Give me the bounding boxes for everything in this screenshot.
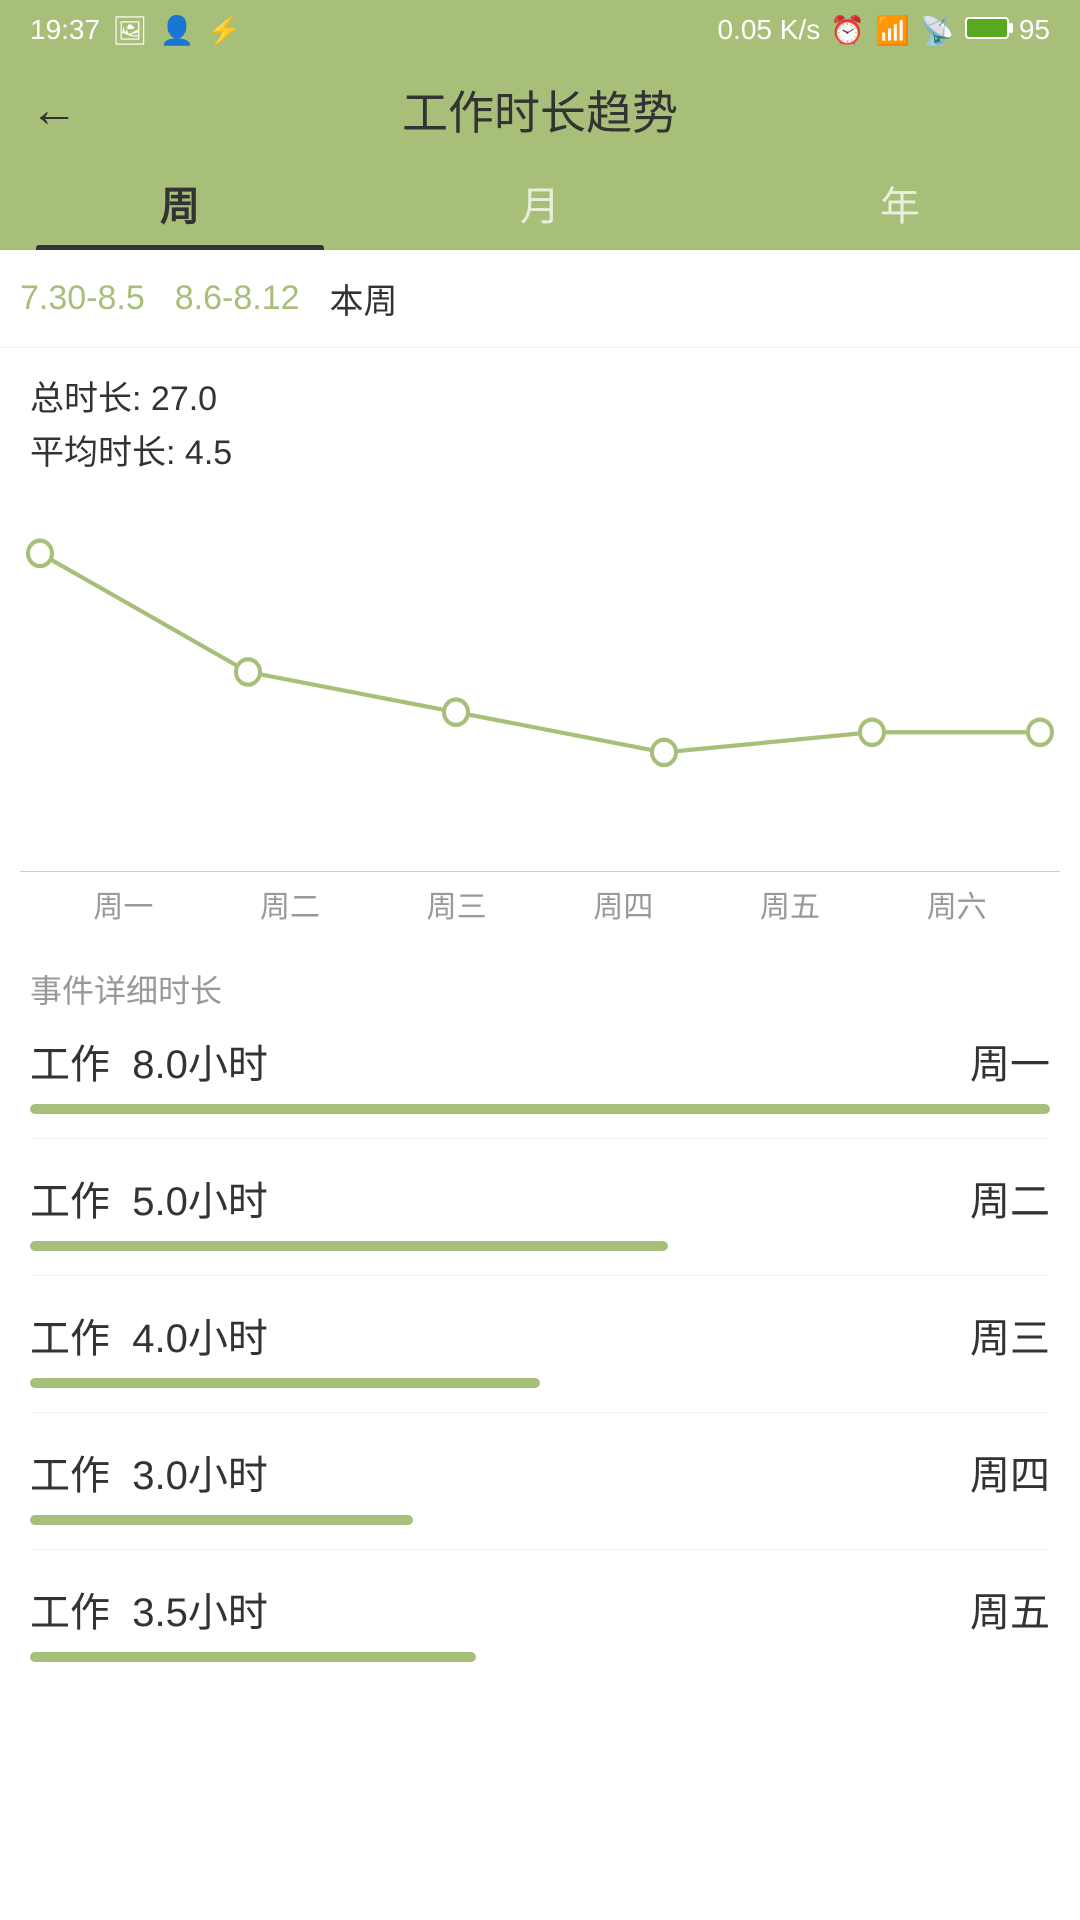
tab-bar: 周 月 年 xyxy=(0,160,1080,250)
progress-bar-4 xyxy=(30,1515,1050,1525)
stats-section: 总时长: 27.0 平均时长: 4.5 xyxy=(0,348,1080,491)
list-item: 工作 8.0小时 周一 xyxy=(30,1032,1050,1139)
usb-icon: ⚡ xyxy=(207,14,242,47)
chart-point-mon xyxy=(28,540,52,565)
progress-bar-5 xyxy=(30,1652,1050,1662)
network-speed: 0.05 K/s xyxy=(717,14,820,46)
detail-day-3: 周三 xyxy=(970,1306,1050,1364)
status-right: 0.05 K/s ⏰ 📶 📡 95 xyxy=(717,14,1050,47)
signal-icon: 📡 xyxy=(920,14,955,47)
list-item: 工作 3.0小时 周四 xyxy=(30,1443,1050,1550)
list-item: 工作 4.0小时 周三 xyxy=(30,1306,1050,1413)
detail-label-2: 工作 5.0小时 xyxy=(30,1169,268,1227)
tab-week[interactable]: 周 xyxy=(0,174,360,250)
detail-row-1: 工作 8.0小时 周一 xyxy=(30,1032,1050,1090)
detail-label-1: 工作 8.0小时 xyxy=(30,1032,268,1090)
x-label-fri: 周五 xyxy=(707,882,874,926)
image-icon: 🖼 xyxy=(112,14,148,47)
chart-container xyxy=(0,491,1080,871)
tab-month[interactable]: 月 xyxy=(360,174,720,250)
detail-row-3: 工作 4.0小时 周三 xyxy=(30,1306,1050,1364)
avg-duration: 平均时长: 4.5 xyxy=(30,426,1050,480)
user-icon: 👤 xyxy=(160,14,195,47)
chart-point-tue xyxy=(236,659,260,684)
tab-year[interactable]: 年 xyxy=(720,174,1080,250)
header: ← 工作时长趋势 xyxy=(0,60,1080,160)
week-item-1[interactable]: 7.30-8.5 xyxy=(20,279,145,318)
divider-1 xyxy=(30,1138,1050,1139)
week-item-current[interactable]: 本周 xyxy=(330,274,398,323)
page-title: 工作时长趋势 xyxy=(402,77,678,143)
detail-label-5: 工作 3.5小时 xyxy=(30,1580,268,1638)
divider-3 xyxy=(30,1412,1050,1413)
divider-4 xyxy=(30,1549,1050,1550)
detail-day-5: 周五 xyxy=(970,1580,1050,1638)
detail-row-2: 工作 5.0小时 周二 xyxy=(30,1169,1050,1227)
progress-bar-1 xyxy=(30,1104,1050,1114)
detail-row-4: 工作 3.0小时 周四 xyxy=(30,1443,1050,1501)
x-label-tue: 周二 xyxy=(207,882,374,926)
alarm-icon: ⏰ xyxy=(830,14,865,47)
status-bar: 19:37 🖼 👤 ⚡ 0.05 K/s ⏰ 📶 📡 95 xyxy=(0,0,1080,60)
x-label-thu: 周四 xyxy=(540,882,707,926)
back-button[interactable]: ← xyxy=(30,83,78,138)
week-selector: 7.30-8.5 8.6-8.12 本周 xyxy=(0,250,1080,348)
divider-2 xyxy=(30,1275,1050,1276)
battery-icon xyxy=(965,14,1009,46)
list-item: 工作 3.5小时 周五 xyxy=(30,1580,1050,1662)
x-label-mon: 周一 xyxy=(40,882,207,926)
progress-bar-3 xyxy=(30,1378,1050,1388)
total-duration: 总时长: 27.0 xyxy=(30,372,1050,426)
week-item-2[interactable]: 8.6-8.12 xyxy=(175,279,300,318)
progress-bar-2 xyxy=(30,1241,1050,1251)
detail-label-4: 工作 3.0小时 xyxy=(30,1443,268,1501)
x-axis: 周一 周二 周三 周四 周五 周六 xyxy=(20,871,1060,926)
chart-point-thu xyxy=(652,739,676,764)
detail-row-5: 工作 3.5小时 周五 xyxy=(30,1580,1050,1638)
status-left: 19:37 🖼 👤 ⚡ xyxy=(30,14,241,47)
time-display: 19:37 xyxy=(30,14,100,46)
detail-section: 事件详细时长 工作 8.0小时 周一 工作 5.0小时 周二 xyxy=(0,926,1080,1662)
wifi-icon: 📶 xyxy=(875,14,910,47)
detail-day-2: 周二 xyxy=(970,1169,1050,1227)
x-label-sat: 周六 xyxy=(873,882,1040,926)
detail-section-title: 事件详细时长 xyxy=(30,966,1050,1012)
chart-point-sat xyxy=(1028,719,1052,744)
detail-day-4: 周四 xyxy=(970,1443,1050,1501)
detail-label-3: 工作 4.0小时 xyxy=(30,1306,268,1364)
trend-chart xyxy=(20,511,1060,871)
x-label-wed: 周三 xyxy=(373,882,540,926)
detail-day-1: 周一 xyxy=(970,1032,1050,1090)
chart-point-fri xyxy=(860,719,884,744)
chart-point-wed xyxy=(444,699,468,724)
list-item: 工作 5.0小时 周二 xyxy=(30,1169,1050,1276)
battery-level: 95 xyxy=(1019,14,1050,46)
